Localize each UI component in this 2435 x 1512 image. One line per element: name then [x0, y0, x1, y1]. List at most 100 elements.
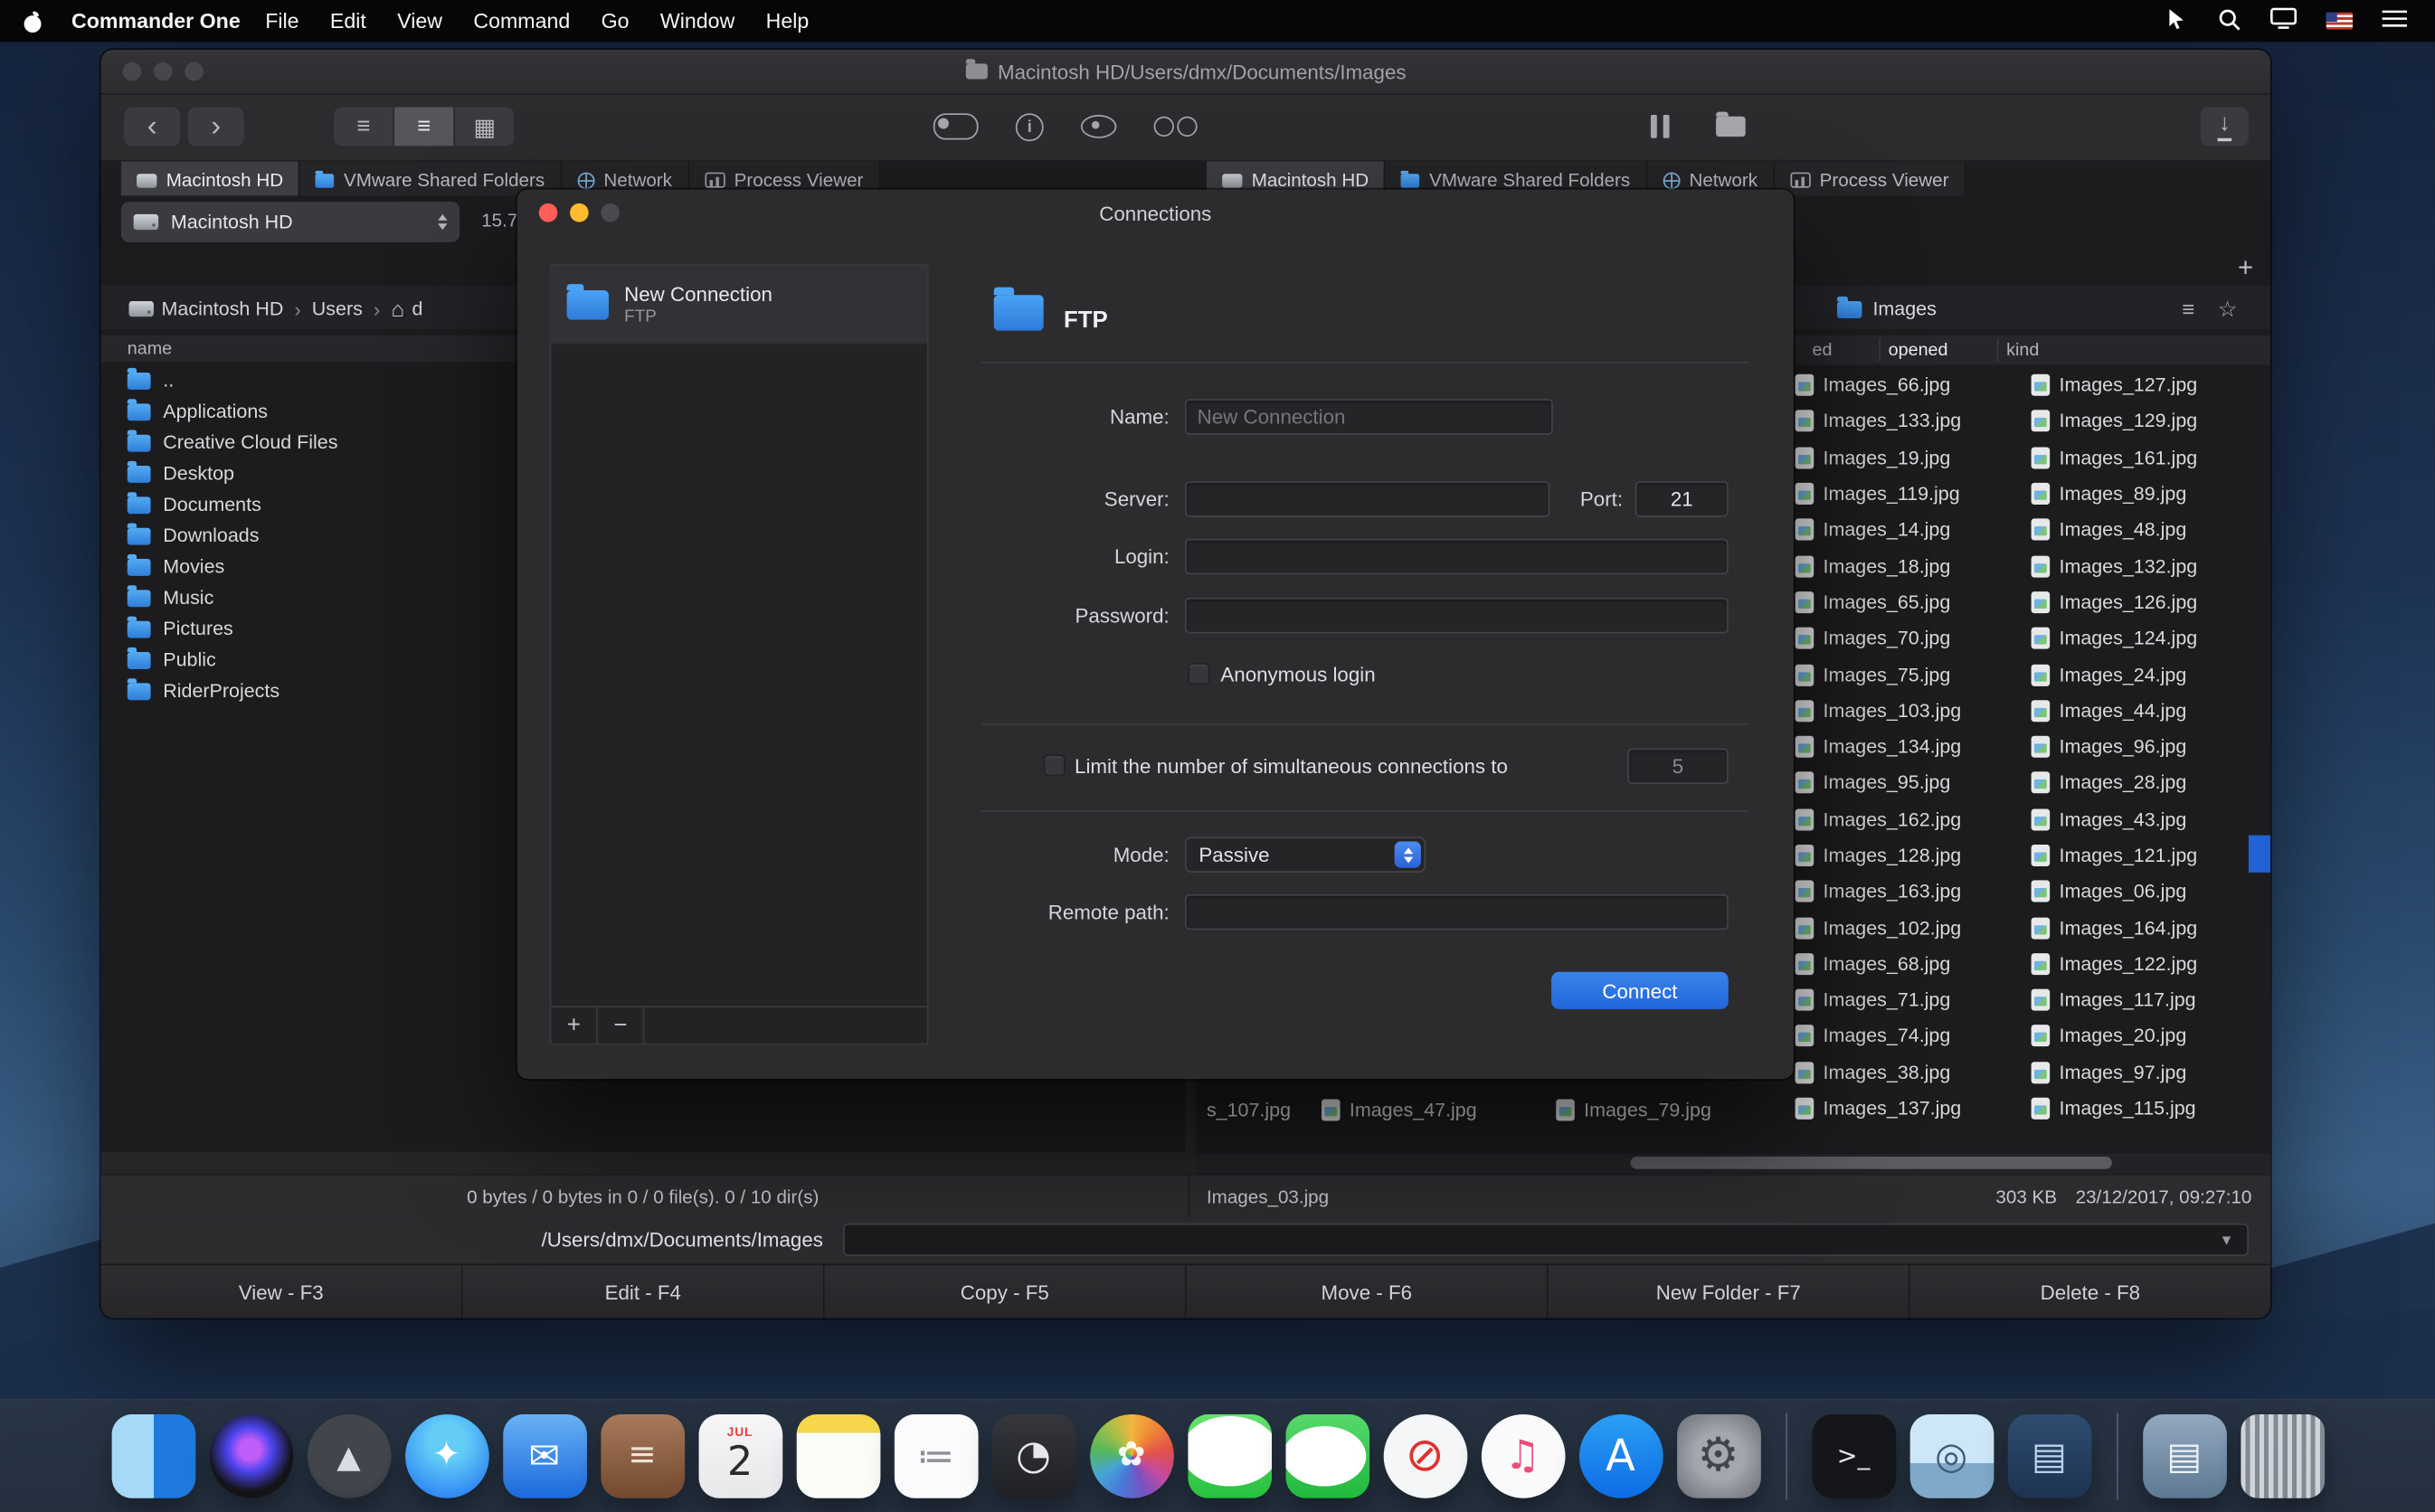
view-list-button[interactable]: ≡	[334, 107, 394, 146]
dock-mail-icon[interactable]: ✉	[502, 1414, 586, 1498]
file-row[interactable]: Images_121.jpg	[2032, 837, 2198, 874]
breadcrumb-item-macintosh-hd[interactable]: Macintosh HD	[128, 298, 283, 320]
right-pane-path[interactable]: Images	[1837, 288, 1937, 329]
drive-selector[interactable]: Macintosh HD	[121, 202, 460, 242]
file-row[interactable]: Images_128.jpg	[1795, 837, 1962, 874]
breadcrumb-item-users[interactable]: Users	[312, 298, 363, 320]
menu-item[interactable]: Help	[750, 9, 824, 33]
file-row[interactable]: Images_14.jpg	[1795, 512, 1962, 548]
dock-safari-icon[interactable]: ✦	[404, 1414, 488, 1498]
file-row[interactable]: Images_132.jpg	[2032, 548, 2198, 584]
dock-photos-icon[interactable]: ✿	[1089, 1414, 1173, 1498]
menu-item[interactable]: Command	[458, 9, 585, 33]
fkey-button[interactable]: Edit - F4	[463, 1263, 825, 1318]
fkey-button[interactable]: View - F3	[101, 1263, 463, 1318]
file-row[interactable]: Images_19.jpg	[1795, 439, 1962, 476]
file-row[interactable]: Images_126.jpg	[2032, 584, 2198, 620]
menu-item[interactable]: Go	[585, 9, 644, 33]
file-row[interactable]: Images_47.jpg	[1322, 1091, 1477, 1128]
dock-launchpad-icon[interactable]: ▲	[307, 1414, 391, 1498]
window-titlebar[interactable]: Macintosh HD/Users/dmx/Documents/Images	[101, 50, 2270, 95]
breadcrumb-item-home[interactable]: ⌂d	[391, 298, 422, 320]
file-row[interactable]: Images_66.jpg	[1795, 367, 1962, 403]
file-row[interactable]: Images_134.jpg	[1795, 729, 1962, 765]
file-row[interactable]: Images_24.jpg	[2032, 657, 2198, 693]
file-row[interactable]: Images_79.jpg	[1556, 1091, 1711, 1128]
file-row[interactable]: Images_44.jpg	[2032, 693, 2198, 729]
file-row[interactable]: Images_97.jpg	[2032, 1054, 2198, 1091]
file-row[interactable]: Images_129.jpg	[2032, 403, 2198, 439]
tab-process-viewer-right[interactable]: Process Viewer	[1775, 162, 1966, 199]
file-row[interactable]: Images_115.jpg	[2032, 1091, 2198, 1127]
dialog-titlebar[interactable]: Connections	[517, 189, 1794, 236]
file-row[interactable]: Images_102.jpg	[1795, 910, 1962, 946]
file-row[interactable]: Images_28.jpg	[2032, 765, 2198, 801]
file-row[interactable]: Images_103.jpg	[1795, 693, 1962, 729]
tab-macintosh-hd-left[interactable]: Macintosh HD	[121, 162, 300, 199]
file-row[interactable]: Images_127.jpg	[2032, 367, 2198, 403]
dock-app-store-icon[interactable]: A	[1578, 1414, 1663, 1498]
search-binoculars-icon[interactable]	[1154, 117, 1198, 137]
download-button[interactable]: ↓	[2201, 107, 2249, 146]
mode-select[interactable]: Passive	[1185, 836, 1426, 872]
file-row[interactable]: Images_163.jpg	[1795, 874, 1962, 910]
dock-stopwatch-icon[interactable]: ◔	[991, 1414, 1075, 1498]
add-tab-button[interactable]: +	[2229, 251, 2263, 286]
fkey-button[interactable]: Move - F6	[1187, 1263, 1549, 1318]
file-row[interactable]: Images_161.jpg	[2032, 439, 2198, 476]
dock-facetime-icon[interactable]	[1285, 1414, 1369, 1498]
file-row[interactable]: Images_117.jpg	[2032, 982, 2198, 1018]
favorite-star-icon[interactable]: ☆	[2218, 296, 2238, 322]
connect-button[interactable]: Connect	[1551, 972, 1729, 1009]
forward-button[interactable]: ›	[188, 107, 244, 146]
add-connection-button[interactable]: +	[551, 1007, 598, 1043]
search-icon[interactable]	[2218, 7, 2241, 35]
file-row[interactable]: Images_65.jpg	[1795, 584, 1962, 620]
menu-item[interactable]: File	[250, 9, 315, 33]
file-row-partial[interactable]: s_107.jpg	[1207, 1091, 1291, 1128]
dock-news-icon[interactable]: ⊘	[1383, 1414, 1467, 1498]
file-row[interactable]: Images_133.jpg	[1795, 403, 1962, 439]
command-history-caret-icon[interactable]: ▾	[2222, 1230, 2231, 1250]
info-icon[interactable]: i	[1016, 112, 1044, 140]
pause-queue-icon[interactable]	[1651, 115, 1670, 138]
file-row[interactable]: Images_122.jpg	[2032, 946, 2198, 982]
dock-trash-icon[interactable]	[2240, 1414, 2324, 1498]
file-row[interactable]: Images_75.jpg	[1795, 657, 1962, 693]
dock-siri-icon[interactable]	[209, 1414, 293, 1498]
list-view-icon[interactable]: ≡	[2182, 297, 2194, 321]
column-header-kind[interactable]: kind	[2006, 335, 2039, 365]
dock-terminal-icon[interactable]: >_	[1812, 1414, 1896, 1498]
file-row[interactable]: Images_68.jpg	[1795, 946, 1962, 982]
limit-connections-checkbox[interactable]	[1044, 754, 1066, 776]
file-row[interactable]: Images_164.jpg	[2032, 910, 2198, 946]
connection-list-item[interactable]: New Connection FTP	[551, 266, 926, 345]
fkey-button[interactable]: Delete - F8	[1910, 1263, 2270, 1318]
anonymous-login-checkbox[interactable]	[1188, 663, 1209, 685]
file-row[interactable]: Images_18.jpg	[1795, 548, 1962, 584]
dock-calendar-icon[interactable]: JUL 2	[698, 1414, 782, 1498]
dock-itunes-icon[interactable]: ♫	[1481, 1414, 1565, 1498]
server-input[interactable]	[1185, 481, 1549, 516]
zoom-button[interactable]	[601, 203, 620, 222]
selected-file-highlight[interactable]	[2249, 836, 2270, 873]
display-icon[interactable]	[2270, 8, 2297, 34]
keyboard-layout-flag-icon[interactable]	[2326, 13, 2353, 30]
fkey-button[interactable]: Copy - F5	[825, 1263, 1187, 1318]
zoom-button[interactable]	[185, 62, 204, 81]
dock-commander-one-icon[interactable]: ▤	[2007, 1414, 2091, 1498]
dock-messages-icon[interactable]	[1187, 1414, 1271, 1498]
minimize-button[interactable]	[154, 62, 173, 81]
menu-list-icon[interactable]	[2383, 9, 2407, 33]
view-detailed-button[interactable]: ≡	[394, 107, 455, 146]
pointer-icon[interactable]	[2165, 7, 2188, 35]
name-input[interactable]	[1185, 399, 1553, 434]
limit-connections-input[interactable]	[1627, 748, 1729, 783]
close-button[interactable]	[539, 203, 558, 222]
dock-system-preferences-icon[interactable]: ⚙	[1676, 1414, 1760, 1498]
file-row[interactable]: Images_06.jpg	[2032, 874, 2198, 910]
menu-item[interactable]: View	[382, 9, 458, 33]
column-header-partial[interactable]: ed	[1813, 335, 1833, 365]
file-row[interactable]: Images_71.jpg	[1795, 982, 1962, 1018]
toggle-panel-icon[interactable]	[933, 113, 979, 139]
